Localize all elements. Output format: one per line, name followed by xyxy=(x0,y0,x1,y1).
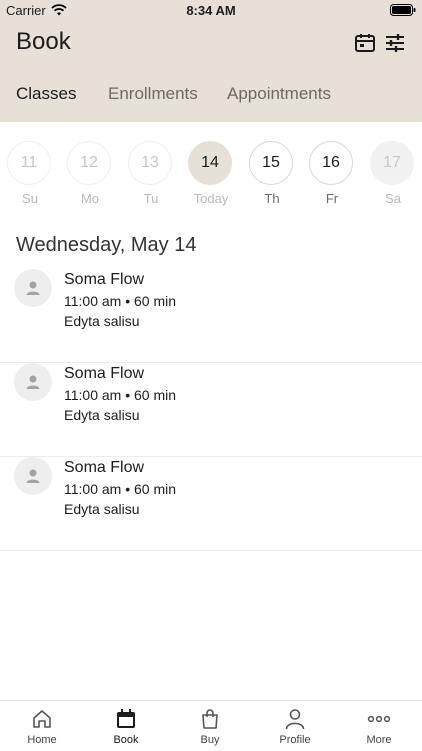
day-number: 15 xyxy=(249,141,293,185)
class-time: 11:00 am • 60 min xyxy=(64,293,177,309)
day-mo[interactable]: 12 Mo xyxy=(67,141,113,206)
day-number: 17 xyxy=(370,141,414,185)
day-picker: 11 Su 12 Mo 13 Tu 14 Today 15 Th 16 Fr 1… xyxy=(0,141,422,211)
segment-tabs: Classes Enrollments Appointments xyxy=(0,84,422,110)
person-icon xyxy=(285,709,305,730)
tab-appointments[interactable]: Appointments xyxy=(227,84,331,104)
day-number: 16 xyxy=(309,141,353,185)
tabbar-label: Home xyxy=(27,734,57,746)
home-icon xyxy=(33,710,51,728)
shopping-bag-icon xyxy=(202,709,218,729)
tabbar-more[interactable]: More xyxy=(337,707,421,746)
tabbar-home[interactable]: Home xyxy=(0,707,84,746)
tabbar-buy[interactable]: Buy xyxy=(168,707,252,746)
day-label: Su xyxy=(22,191,38,206)
day-su[interactable]: 11 Su xyxy=(7,141,53,206)
battery-icon xyxy=(390,4,416,16)
day-tu[interactable]: 13 Tu xyxy=(128,141,174,206)
avatar xyxy=(14,269,52,307)
class-name: Soma Flow xyxy=(64,365,145,382)
class-list-item[interactable]: Soma Flow 11:00 am • 60 min Edyta salisu xyxy=(0,363,422,457)
person-icon xyxy=(26,375,40,389)
day-today[interactable]: 14 Today xyxy=(188,141,234,206)
day-number: 11 xyxy=(7,141,51,185)
date-heading: Wednesday, May 14 xyxy=(16,234,197,256)
day-fr[interactable]: 16 Fr xyxy=(309,141,355,206)
person-icon xyxy=(26,469,40,483)
calendar-icon xyxy=(117,709,135,728)
tabbar-profile[interactable]: Profile xyxy=(253,707,337,746)
status-time: 8:34 AM xyxy=(186,3,236,18)
day-label: Today xyxy=(193,191,229,206)
day-label: Tu xyxy=(143,191,159,206)
day-label: Th xyxy=(264,191,280,206)
filter-sliders-icon[interactable] xyxy=(384,32,406,54)
tabbar-book[interactable]: Book xyxy=(84,707,168,746)
bottom-tab-bar: Home Book Buy Profile More xyxy=(0,700,422,751)
class-teacher: Edyta salisu xyxy=(64,501,140,517)
class-list-item[interactable]: Soma Flow 11:00 am • 60 min Edyta salisu xyxy=(0,269,422,363)
class-name: Soma Flow xyxy=(64,271,145,288)
class-list-item[interactable]: Soma Flow 11:00 am • 60 min Edyta salisu xyxy=(0,457,422,551)
class-teacher: Edyta salisu xyxy=(64,407,140,423)
tab-enrollments[interactable]: Enrollments xyxy=(108,84,198,104)
class-teacher: Edyta salisu xyxy=(64,313,140,329)
more-dots-icon xyxy=(367,715,391,723)
day-th[interactable]: 15 Th xyxy=(249,141,295,206)
class-time: 11:00 am • 60 min xyxy=(64,387,177,403)
tabbar-label: Buy xyxy=(200,734,220,746)
header: Carrier 8:34 AM Book Classes Enrollments… xyxy=(0,0,422,122)
day-number: 14 xyxy=(188,141,232,185)
tabbar-label: Book xyxy=(113,734,139,746)
page-title: Book xyxy=(16,28,71,55)
day-label: Mo xyxy=(80,191,100,206)
calendar-icon[interactable] xyxy=(354,32,376,54)
status-bar: Carrier 8:34 AM xyxy=(0,0,422,22)
class-time: 11:00 am • 60 min xyxy=(64,481,177,497)
person-icon xyxy=(26,281,40,295)
avatar xyxy=(14,363,52,401)
avatar xyxy=(14,457,52,495)
tab-classes[interactable]: Classes xyxy=(16,84,76,104)
day-number: 12 xyxy=(67,141,111,185)
class-name: Soma Flow xyxy=(64,459,145,476)
day-label: Fr xyxy=(325,191,339,206)
tabbar-label: Profile xyxy=(279,734,311,746)
day-number: 13 xyxy=(128,141,172,185)
tabbar-label: More xyxy=(366,734,392,746)
day-sa[interactable]: 17 Sa xyxy=(370,141,416,206)
day-label: Sa xyxy=(385,191,401,206)
